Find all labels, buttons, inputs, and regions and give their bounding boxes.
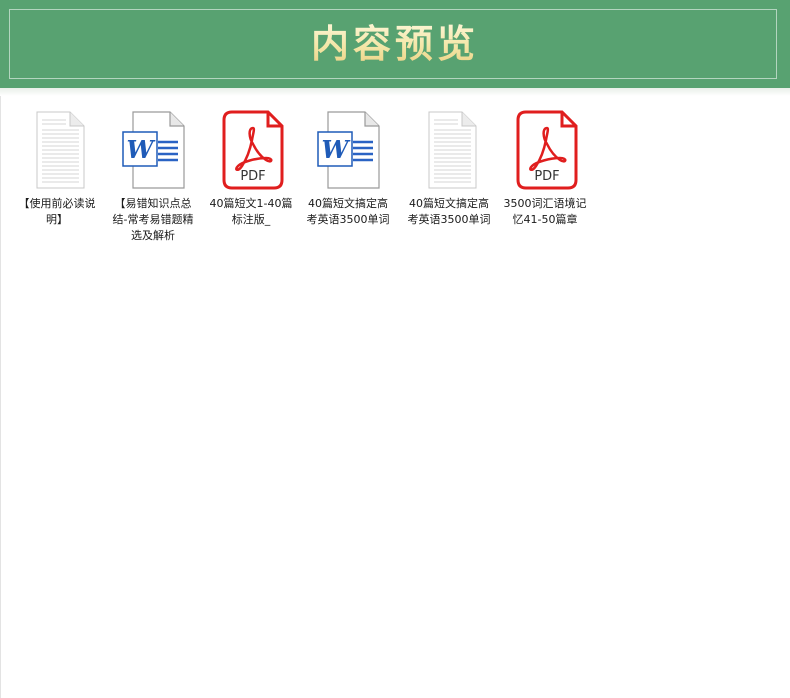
svg-text:PDF: PDF bbox=[534, 169, 559, 184]
file-name: 【使用前必读说明】 bbox=[18, 197, 96, 226]
banner-divider bbox=[0, 88, 790, 96]
text-document-icon bbox=[36, 111, 85, 189]
svg-text:W: W bbox=[322, 135, 351, 164]
file-item[interactable]: PDF 40篇短文1-40篇标注版_ bbox=[207, 110, 295, 228]
file-name: 40篇短文1-40篇标注版_ bbox=[209, 197, 293, 226]
file-item[interactable]: PDF 3500词汇语境记忆41-50篇章 bbox=[501, 110, 589, 228]
file-name: 【易错知识点总结-常考易错题精选及解析 bbox=[112, 197, 194, 242]
pdf-document-icon: PDF bbox=[222, 110, 284, 190]
content-preview-banner: 内容预览 bbox=[0, 0, 790, 88]
file-item[interactable]: W 【易错知识点总结-常考易错题精选及解析 bbox=[109, 110, 197, 244]
file-item[interactable]: 40篇短文搞定高考英语3500单词 bbox=[405, 110, 493, 228]
word-document-icon: W bbox=[122, 111, 185, 189]
file-item[interactable]: 【使用前必读说明】 bbox=[13, 110, 101, 228]
file-grid: 【使用前必读说明】 W 【易错知识点总结-常考易错题精选及解析 PDF 40篇短… bbox=[0, 96, 790, 698]
file-name: 40篇短文搞定高考英语3500单词 bbox=[407, 197, 491, 226]
svg-text:W: W bbox=[127, 135, 156, 164]
file-name: 3500词汇语境记忆41-50篇章 bbox=[503, 197, 587, 226]
text-document-icon bbox=[428, 111, 477, 189]
pdf-document-icon: PDF bbox=[516, 110, 578, 190]
svg-text:PDF: PDF bbox=[240, 169, 265, 184]
file-name: 40篇短文搞定高考英语3500单词 bbox=[306, 197, 390, 226]
banner-title: 内容预览 bbox=[0, 14, 790, 74]
word-document-icon: W bbox=[317, 111, 380, 189]
file-item[interactable]: W 40篇短文搞定高考英语3500单词 bbox=[304, 110, 392, 228]
